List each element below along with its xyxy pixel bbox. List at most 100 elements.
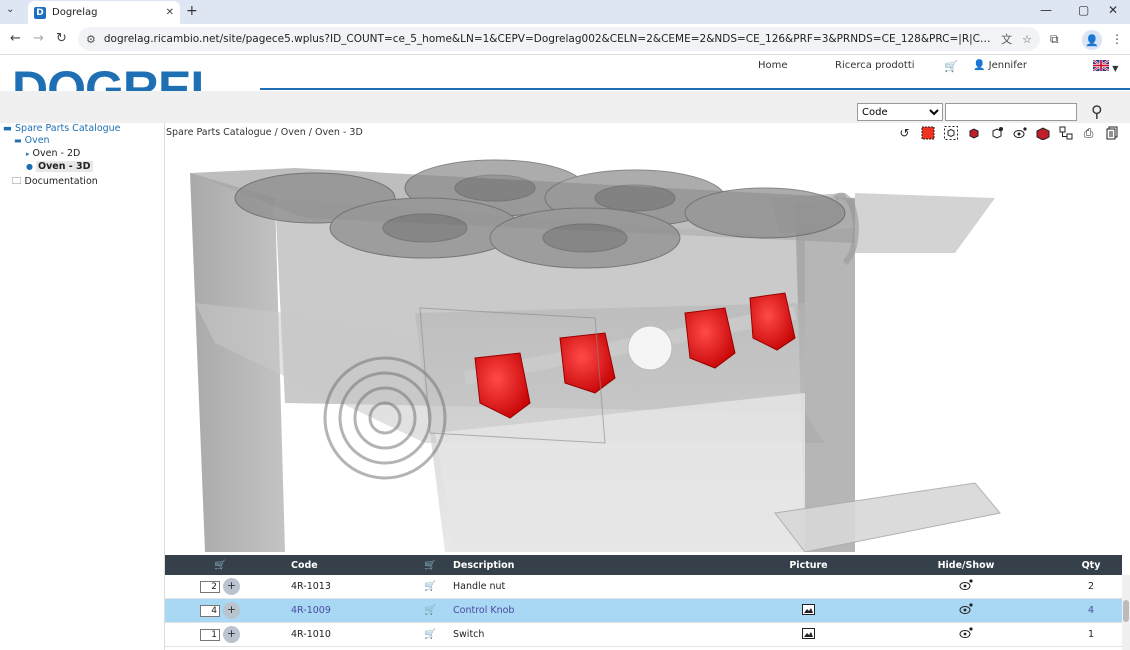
search-icon[interactable]: ⚲ (1091, 102, 1103, 121)
part-code: 4R-1013 (291, 581, 331, 592)
tree-item-oven-2d[interactable]: ▸ Oven - 2D (26, 148, 80, 159)
show-all-icon[interactable] (1031, 123, 1054, 143)
parts-table: 🛒 Code 🛒 Description Picture Hide/Show Q… (165, 555, 1122, 647)
reload-icon[interactable]: ↻ (56, 31, 67, 46)
hide-show-icon[interactable] (1008, 123, 1031, 143)
tree-item-label: Spare Parts Catalogue (15, 123, 121, 134)
search-field-select[interactable]: Code (857, 103, 943, 121)
close-tab-icon[interactable]: ✕ (166, 7, 174, 18)
bookmark-star-icon[interactable]: ☆ (1022, 33, 1032, 46)
tab-favicon: D (34, 6, 46, 19)
table-header: 🛒 Code 🛒 Description Picture Hide/Show Q… (165, 555, 1122, 575)
translate-icon[interactable]: 文 (1001, 31, 1012, 47)
user-icon: 👤 (973, 60, 986, 71)
bullet-icon: ● (26, 162, 33, 171)
close-window-icon[interactable]: ✕ (1108, 3, 1118, 17)
tree-item-label: Oven - 2D (32, 148, 81, 159)
print-icon[interactable]: ⎙ (1077, 123, 1100, 143)
forward-icon[interactable]: → (33, 31, 44, 46)
tab-title: Dogrelag (52, 7, 98, 18)
browser-toolbar: ← → ↻ ⚙ dogrelag.ricambio.net/site/pagec… (0, 24, 1130, 55)
extensions-icon[interactable]: ⧉ (1050, 32, 1059, 47)
tree-item-label: Documentation (24, 176, 98, 187)
table-row[interactable]: 1 + 4R-1010 🛒 Switch 1 (165, 623, 1122, 647)
fit-view-icon[interactable] (939, 123, 962, 143)
language-flag-icon[interactable]: ▼ (1092, 59, 1119, 74)
breadcrumb[interactable]: Spare Parts Catalogue / Oven / Oven - 3D (165, 123, 595, 143)
language-dropdown-icon: ▼ (1112, 64, 1119, 73)
cart-icon[interactable]: 🛒 (415, 581, 445, 592)
profile-avatar-icon[interactable]: 👤 (1082, 30, 1102, 50)
user-name: Jennifer (988, 60, 1027, 71)
picture-icon[interactable] (745, 627, 872, 642)
select-area-icon[interactable] (916, 123, 939, 143)
part-code: 4R-1010 (291, 629, 331, 640)
browser-menu-icon[interactable]: ⋮ (1111, 32, 1123, 46)
table-row[interactable]: 2 + 4R-1013 🛒 Handle nut 2 (165, 575, 1122, 599)
url-text: dogrelag.ricambio.net/site/pagece5.wplus… (103, 33, 991, 45)
tab-search-icon[interactable]: ⌄ (6, 4, 14, 15)
maximize-icon[interactable]: ▢ (1078, 3, 1089, 17)
tree-item-oven-3d[interactable]: ● Oven - 3D (26, 161, 93, 172)
site-info-icon[interactable]: ⚙ (86, 33, 96, 46)
browser-tab[interactable]: D Dogrelag ✕ (28, 1, 180, 24)
quantity-input[interactable]: 4 (200, 604, 220, 617)
new-tab-icon[interactable]: + (186, 3, 198, 19)
cart-header-icon[interactable]: 🛒 (415, 560, 445, 571)
catalogue-tree: ▬ Spare Parts Catalogue ▬ Oven ▸ Oven - … (0, 123, 165, 650)
tree-item-oven[interactable]: ▬ Oven (14, 135, 50, 146)
viewer-toolbar: ↺ ⎙ (893, 123, 1123, 143)
cart-icon[interactable]: 🛒 (415, 629, 445, 640)
minimize-icon[interactable]: — (1040, 3, 1052, 17)
header-divider (260, 88, 1130, 90)
part-description: Handle nut (453, 581, 506, 592)
col-header-description[interactable]: Description (445, 560, 745, 571)
hide-show-icon[interactable] (872, 579, 1060, 594)
oven-3d-model[interactable] (165, 143, 1130, 552)
collapse-icon[interactable]: ▬ (14, 136, 22, 145)
chevron-right-icon: ▸ (26, 150, 30, 158)
cart-icon[interactable]: 🛒 (944, 60, 958, 73)
part-qty: 2 (1087, 581, 1095, 592)
part-qty: 1 (1087, 629, 1095, 640)
col-header-qty: Qty (1081, 559, 1101, 571)
copy-list-icon[interactable] (1100, 123, 1123, 143)
table-scrollbar-thumb[interactable] (1123, 600, 1129, 622)
part-description: Control Knob (453, 605, 515, 616)
reset-view-icon[interactable]: ↺ (893, 123, 916, 143)
hide-show-icon[interactable] (872, 603, 1060, 618)
part-code: 4R-1009 (291, 605, 331, 616)
user-menu[interactable]: 👤 Jennifer (973, 60, 1027, 71)
nav-ricerca-prodotti[interactable]: Ricerca prodotti (835, 60, 915, 71)
col-header-code[interactable]: Code (275, 560, 415, 571)
tree-item-label: Oven (24, 135, 50, 146)
tree-item-spare-parts-catalogue[interactable]: ▬ Spare Parts Catalogue (3, 123, 121, 134)
quantity-input[interactable]: 1 (200, 628, 220, 641)
quantity-input[interactable]: 2 (200, 580, 220, 593)
cart-icon[interactable]: 🛒 (415, 605, 445, 616)
add-to-cart-button[interactable]: + (223, 626, 240, 643)
table-row[interactable]: 4 + 4R-1009 🛒 Control Knob 4 (165, 599, 1122, 623)
part-qty: 4 (1087, 605, 1095, 616)
tree-item-label: Oven - 3D (36, 161, 93, 172)
col-header-hide-show: Hide/Show (937, 559, 995, 571)
part-description: Switch (453, 629, 485, 640)
add-to-cart-button[interactable]: + (223, 602, 240, 619)
cart-header-icon[interactable]: 🛒 (165, 560, 275, 571)
back-icon[interactable]: ← (10, 31, 21, 46)
address-bar[interactable]: ⚙ dogrelag.ricambio.net/site/pagece5.wpl… (78, 27, 1040, 51)
collapse-icon[interactable]: ▬ (3, 123, 12, 134)
tree-item-documentation[interactable]: 🗀 Documentation (12, 174, 98, 190)
add-to-cart-button[interactable]: + (223, 578, 240, 595)
transparent-view-icon[interactable] (985, 123, 1008, 143)
browser-tab-bar: ⌄ D Dogrelag ✕ + — ▢ ✕ (0, 0, 1130, 24)
search-input[interactable] (945, 103, 1077, 121)
explode-view-icon[interactable] (1054, 123, 1077, 143)
nav-home[interactable]: Home (758, 60, 788, 71)
folder-icon: 🗀 (12, 176, 22, 187)
3d-model-viewer[interactable] (165, 143, 1130, 552)
hide-show-icon[interactable] (872, 627, 1060, 642)
col-header-picture: Picture (789, 559, 828, 571)
picture-icon[interactable] (745, 603, 872, 618)
isolate-part-icon[interactable] (962, 123, 985, 143)
